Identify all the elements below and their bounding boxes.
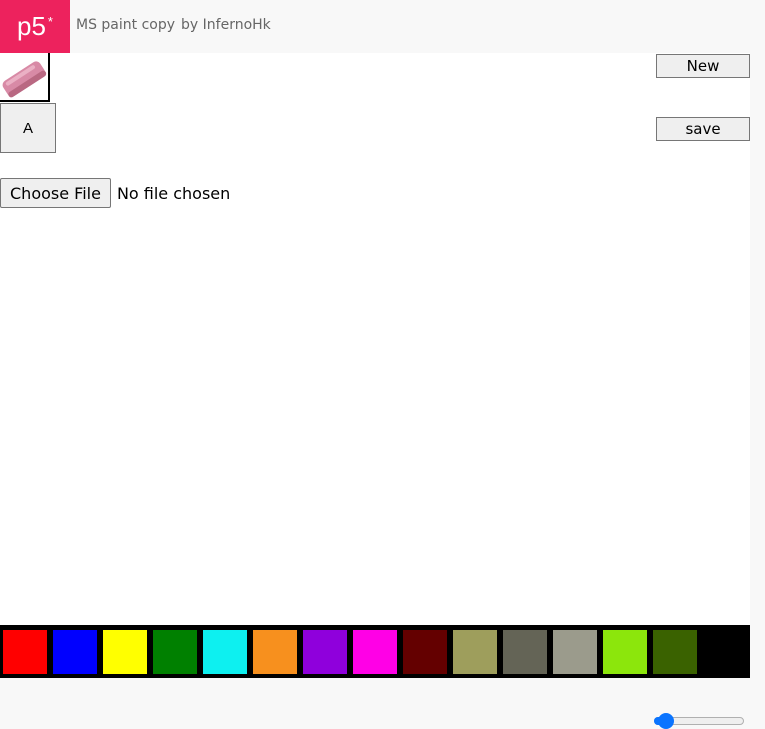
sketch-title: MS paint copy by InfernoHk xyxy=(76,17,271,33)
color-swatch[interactable] xyxy=(453,629,497,674)
slider-thumb[interactable] xyxy=(658,713,675,729)
p5-logo[interactable]: p5 * xyxy=(0,0,70,53)
eraser-icon xyxy=(2,61,47,98)
color-swatch[interactable] xyxy=(203,629,247,674)
color-swatch[interactable] xyxy=(53,629,97,674)
choose-file-button[interactable]: Choose File xyxy=(0,178,111,208)
color-swatch[interactable] xyxy=(303,629,347,674)
color-swatch[interactable] xyxy=(403,629,447,674)
file-status: No file chosen xyxy=(116,183,231,203)
logo-asterisk: * xyxy=(47,14,53,29)
color-swatch[interactable] xyxy=(703,629,747,674)
color-swatch[interactable] xyxy=(653,629,697,674)
drawing-canvas[interactable] xyxy=(0,53,750,625)
new-button[interactable]: New xyxy=(656,54,750,78)
color-swatch[interactable] xyxy=(3,629,47,674)
color-swatch[interactable] xyxy=(353,629,397,674)
eraser-button[interactable] xyxy=(0,53,50,102)
brush-size-slider[interactable] xyxy=(648,713,746,729)
color-swatch[interactable] xyxy=(103,629,147,674)
text-tool-button[interactable]: A xyxy=(0,103,56,153)
file-input: Choose File No file chosen xyxy=(0,178,230,208)
author-credit: by InfernoHk xyxy=(181,17,271,33)
sketch-name: MS paint copy xyxy=(76,17,176,33)
color-swatch[interactable] xyxy=(503,629,547,674)
save-button[interactable]: save xyxy=(656,117,750,141)
color-swatch[interactable] xyxy=(553,629,597,674)
logo-text: p5 xyxy=(17,11,46,41)
color-palette xyxy=(0,625,750,678)
color-swatch[interactable] xyxy=(153,629,197,674)
app-header: p5 * MS paint copy by InfernoHk xyxy=(0,0,765,53)
color-swatch[interactable] xyxy=(603,629,647,674)
color-swatch[interactable] xyxy=(253,629,297,674)
